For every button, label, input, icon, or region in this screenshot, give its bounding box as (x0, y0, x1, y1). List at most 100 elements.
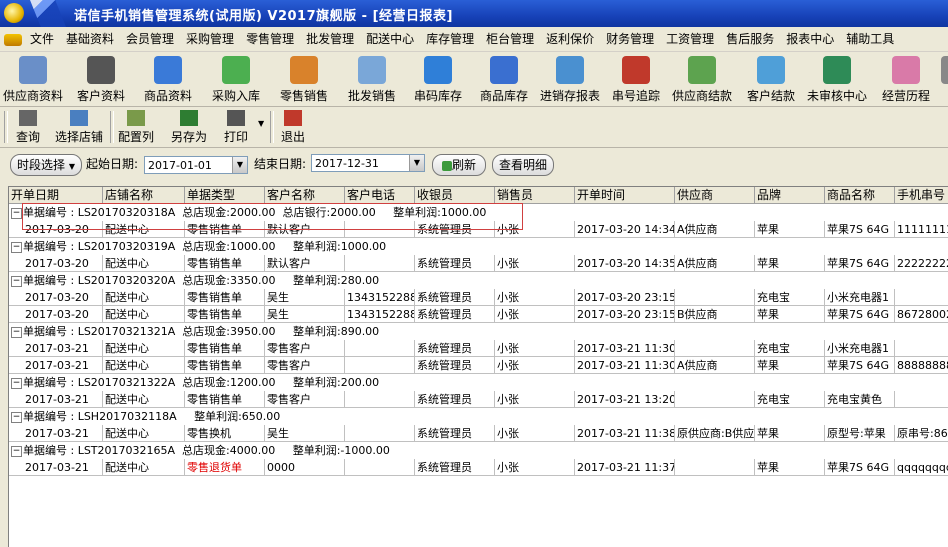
report-toolbar-label: 查询 (15, 130, 40, 144)
toolbar-label: 未审核中心 (806, 89, 867, 103)
menu-app-icon[interactable] (4, 33, 22, 46)
report-toolbar-button[interactable]: 配置列 (114, 108, 158, 146)
group-row[interactable]: − 单据编号 : LS20170320318A 总店现金:2000.00 总店银行… (9, 204, 948, 221)
collapse-icon[interactable]: − (11, 208, 22, 219)
menu-item[interactable]: 基础资料 (60, 27, 120, 51)
column-header[interactable]: 客户名称 (265, 187, 345, 204)
table-cell: 2222222222 (895, 255, 948, 272)
report-toolbar-button[interactable]: 查询 (10, 108, 46, 146)
toolbar-button[interactable]: 客户资料 (72, 54, 130, 104)
menu-item[interactable]: 文件 (24, 27, 60, 51)
table-row[interactable]: 2017-03-21 配送中心 零售换机 吴生 系统管理员 小张 2017-03-21 11… (9, 425, 948, 442)
group-row[interactable]: − 单据编号 : LS20170321321A 总店现金:3950.00 整单利润… (9, 323, 948, 340)
group-summary: 单据编号 : LST2017032165A 总店现金:4000.00 整单利润:… (23, 444, 390, 457)
collapse-icon[interactable]: − (11, 446, 22, 457)
menu-item[interactable]: 批发管理 (300, 27, 360, 51)
table-row[interactable]: 2017-03-20 配送中心 零售销售单 默认客户 系统管理员 小张 2017-03-20… (9, 255, 948, 272)
toolbar-icon (154, 56, 182, 84)
toolbar-button[interactable]: 未审核中心 (806, 54, 868, 104)
report-toolbar-button[interactable]: 退出 (278, 108, 308, 146)
refresh-button[interactable]: 刷新 (432, 154, 486, 176)
table-cell: 2017-03-21 (9, 340, 103, 357)
toolbar-button[interactable]: 串号追踪 (610, 54, 662, 104)
start-date-field[interactable]: 2017-01-01 ▼ (144, 156, 248, 174)
query-icon (19, 110, 37, 126)
column-header[interactable]: 品牌 (755, 187, 825, 204)
refresh-label: 刷新 (451, 158, 476, 172)
toolbar-button[interactable]: 返 (940, 54, 948, 104)
menu-item[interactable]: 售后服务 (720, 27, 780, 51)
column-header[interactable]: 商品名称 (825, 187, 895, 204)
column-header[interactable]: 供应商 (675, 187, 755, 204)
report-toolbar-button[interactable]: 另存为 (166, 108, 212, 146)
toolbar-button[interactable]: 经营历程 (877, 54, 935, 104)
period-select-button[interactable]: 时段选择 ▼ (10, 154, 82, 176)
menu-item[interactable]: 零售管理 (240, 27, 300, 51)
group-row[interactable]: − 单据编号 : LST2017032165A 总店现金:4000.00 整单利润… (9, 442, 948, 459)
table-row[interactable]: 2017-03-21 配送中心 零售销售单 零售客户 系统管理员 小张 2017-03-21… (9, 357, 948, 374)
column-header[interactable]: 店铺名称 (103, 187, 185, 204)
end-date-value: 2017-12-31 (315, 157, 379, 170)
table-cell (345, 340, 415, 357)
column-header[interactable]: 开单时间 (575, 187, 675, 204)
column-header[interactable]: 客户电话 (345, 187, 415, 204)
toolbar-button[interactable]: 零售销售 (275, 54, 333, 104)
view-detail-button[interactable]: 查看明细 (492, 154, 554, 176)
table-cell: 零售销售单 (185, 306, 265, 323)
table-cell: 系统管理员 (415, 391, 495, 408)
toolbar-button[interactable]: 批发销售 (342, 54, 402, 104)
end-date-field[interactable]: 2017-12-31 ▼ (311, 154, 425, 172)
column-header[interactable]: 开单日期 (9, 187, 103, 204)
toolbar-icon (222, 56, 250, 84)
menu-item[interactable]: 报表中心 (780, 27, 840, 51)
table-cell: 13431522888 (345, 289, 415, 306)
collapse-icon[interactable]: − (11, 327, 22, 338)
column-header[interactable]: 单据类型 (185, 187, 265, 204)
table-row[interactable]: 2017-03-21 配送中心 零售退货单 0000 系统管理员 小张 2017-03-21… (9, 459, 948, 476)
menu-item[interactable]: 返利保价 (540, 27, 600, 51)
group-row[interactable]: − 单据编号 : LS20170320319A 总店现金:1000.00 整单利润… (9, 238, 948, 255)
table-cell (345, 221, 415, 238)
toolbar-button[interactable]: 商品库存 (475, 54, 533, 104)
table-cell: 吴生 (265, 289, 345, 306)
chevron-down-icon[interactable]: ▼ (232, 157, 247, 173)
table-row[interactable]: 2017-03-21 配送中心 零售销售单 零售客户 系统管理员 小张 2017-03-21… (9, 391, 948, 408)
toolbar-button[interactable]: 供应商资料 (0, 54, 66, 104)
menu-item[interactable]: 柜台管理 (480, 27, 540, 51)
toolbar-button[interactable]: 客户结款 (744, 54, 798, 104)
report-toolbar-button[interactable]: 打印 (218, 108, 254, 146)
toolbar-button[interactable]: 串码库存 (408, 54, 468, 104)
menu-item[interactable]: 采购管理 (180, 27, 240, 51)
table-row[interactable]: 2017-03-21 配送中心 零售销售单 零售客户 系统管理员 小张 2017-03-21… (9, 340, 948, 357)
toolbar-button[interactable]: 采购入库 (206, 54, 266, 104)
group-row[interactable]: − 单据编号 : LS20170321322A 总店现金:1200.00 整单利润… (9, 374, 948, 391)
table-cell (675, 289, 755, 306)
table-cell: 2017-03-21 11:30 (575, 340, 675, 357)
group-row[interactable]: − 单据编号 : LSH2017032118A 整单利润:650.00 (9, 408, 948, 425)
collapse-icon[interactable]: − (11, 242, 22, 253)
column-header[interactable]: 手机串号 (895, 187, 948, 204)
menu-item[interactable]: 库存管理 (420, 27, 480, 51)
menu-item[interactable]: 财务管理 (600, 27, 660, 51)
toolbar-button[interactable]: 进销存报表 (536, 54, 604, 104)
table-cell: 2017-03-21 13:20 (575, 391, 675, 408)
collapse-icon[interactable]: − (11, 378, 22, 389)
print-dropdown-icon[interactable]: ▼ (258, 119, 264, 128)
menu-item[interactable]: 配送中心 (360, 27, 420, 51)
menu-item[interactable]: 会员管理 (120, 27, 180, 51)
table-row[interactable]: 2017-03-20配送中心零售销售单吴生13431522888系统管理员小张2… (9, 306, 948, 323)
collapse-icon[interactable]: − (11, 276, 22, 287)
group-summary: 单据编号 : LS20170320320A 总店现金:3350.00 整单利润:… (23, 274, 380, 287)
report-toolbar-button[interactable]: 选择店铺 (50, 108, 108, 146)
menu-item[interactable]: 辅助工具 (840, 27, 900, 51)
menu-item[interactable]: 工资管理 (660, 27, 720, 51)
collapse-icon[interactable]: − (11, 412, 22, 423)
toolbar-button[interactable]: 商品资料 (138, 54, 198, 104)
table-row[interactable]: 2017-03-20 配送中心 零售销售单 默认客户 系统管理员 小张 2017-03-20… (9, 221, 948, 238)
table-row[interactable]: 2017-03-20配送中心零售销售单吴生13431522888系统管理员小张2… (9, 289, 948, 306)
group-row[interactable]: − 单据编号 : LS20170320320A 总店现金:3350.00 整单利润… (9, 272, 948, 289)
column-header[interactable]: 收银员 (415, 187, 495, 204)
column-header[interactable]: 销售员 (495, 187, 575, 204)
toolbar-button[interactable]: 供应商结款 (670, 54, 734, 104)
chevron-down-icon[interactable]: ▼ (409, 155, 424, 171)
